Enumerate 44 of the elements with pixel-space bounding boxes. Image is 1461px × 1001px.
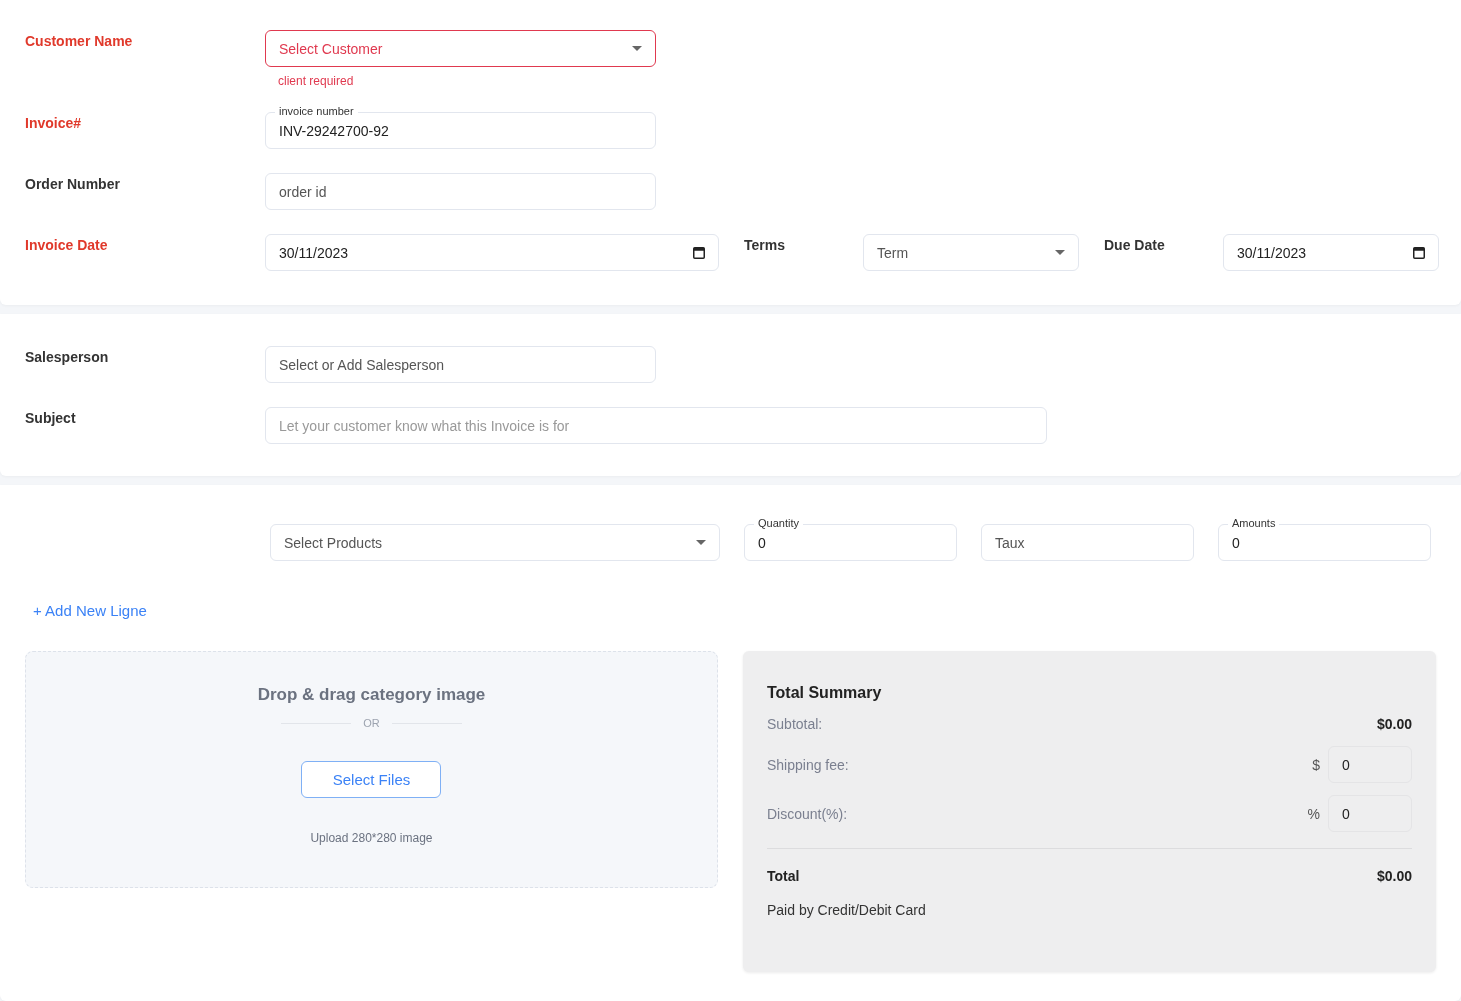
separator-text: OR: [363, 717, 380, 729]
field-label: Subject: [25, 409, 77, 426]
calendar-icon: [693, 246, 705, 259]
rate-field[interactable]: Taux: [981, 524, 1194, 561]
upload-hint: Upload 280*280 image: [310, 831, 433, 845]
total-value: $0.00: [1376, 867, 1412, 884]
field-label: Invoice#: [25, 114, 83, 131]
payment-note: Paid by Credit/Debit Card: [766, 902, 927, 918]
salesperson-field[interactable]: Select or Add Salesperson: [265, 346, 656, 383]
product-select[interactable]: Select Products: [270, 524, 720, 561]
caret-icon: [632, 46, 642, 51]
customer-select[interactable]: Select Customer: [265, 30, 656, 67]
subject-field[interactable]: Let your customer know what this Invoice is for: [265, 407, 1047, 444]
currency-symbol: $: [1312, 756, 1320, 773]
terms-select[interactable]: Term: [863, 234, 1079, 271]
floating-label: Quantity: [754, 517, 803, 530]
calendar-icon: [1413, 246, 1425, 259]
field-label: Invoice Date: [25, 236, 109, 253]
subtotal-value: $0.00: [1376, 716, 1412, 732]
caret-icon: [696, 540, 706, 545]
due-date-field[interactable]: 30/11/2023: [1223, 234, 1439, 271]
caret-icon: [1055, 250, 1065, 255]
field-label: Salesperson: [25, 348, 110, 365]
select-files-button[interactable]: Select Files: [301, 761, 442, 798]
total-label: Total: [766, 867, 800, 884]
discount-label: Discount(%):: [766, 805, 848, 822]
field-label: Due Date: [1103, 236, 1166, 253]
error-message: client required: [277, 74, 355, 88]
shipping-label: Shipping fee:: [766, 756, 849, 773]
floating-label: invoice number: [275, 105, 358, 118]
field-label: Customer Name: [25, 32, 134, 49]
subtotal-label: Subtotal:: [766, 716, 823, 732]
image-drop-zone[interactable]: Drop & drag category image OR Select Files Upload 280*280 image: [25, 651, 718, 888]
field-label: Order Number: [25, 175, 121, 192]
shipping-field[interactable]: 0: [1328, 746, 1412, 783]
invoice-date-field[interactable]: 30/11/2023: [265, 234, 719, 271]
discount-field[interactable]: 0: [1328, 795, 1412, 832]
add-line-link[interactable]: + Add New Ligne: [33, 602, 147, 619]
percent-symbol: %: [1307, 805, 1320, 822]
field-label: Terms: [743, 236, 786, 253]
order-number-field[interactable]: order id: [265, 173, 656, 210]
floating-label: Amounts: [1228, 517, 1280, 530]
drop-zone-title: Drop & drag category image: [257, 685, 486, 705]
summary-title: Total Summary: [766, 684, 883, 702]
